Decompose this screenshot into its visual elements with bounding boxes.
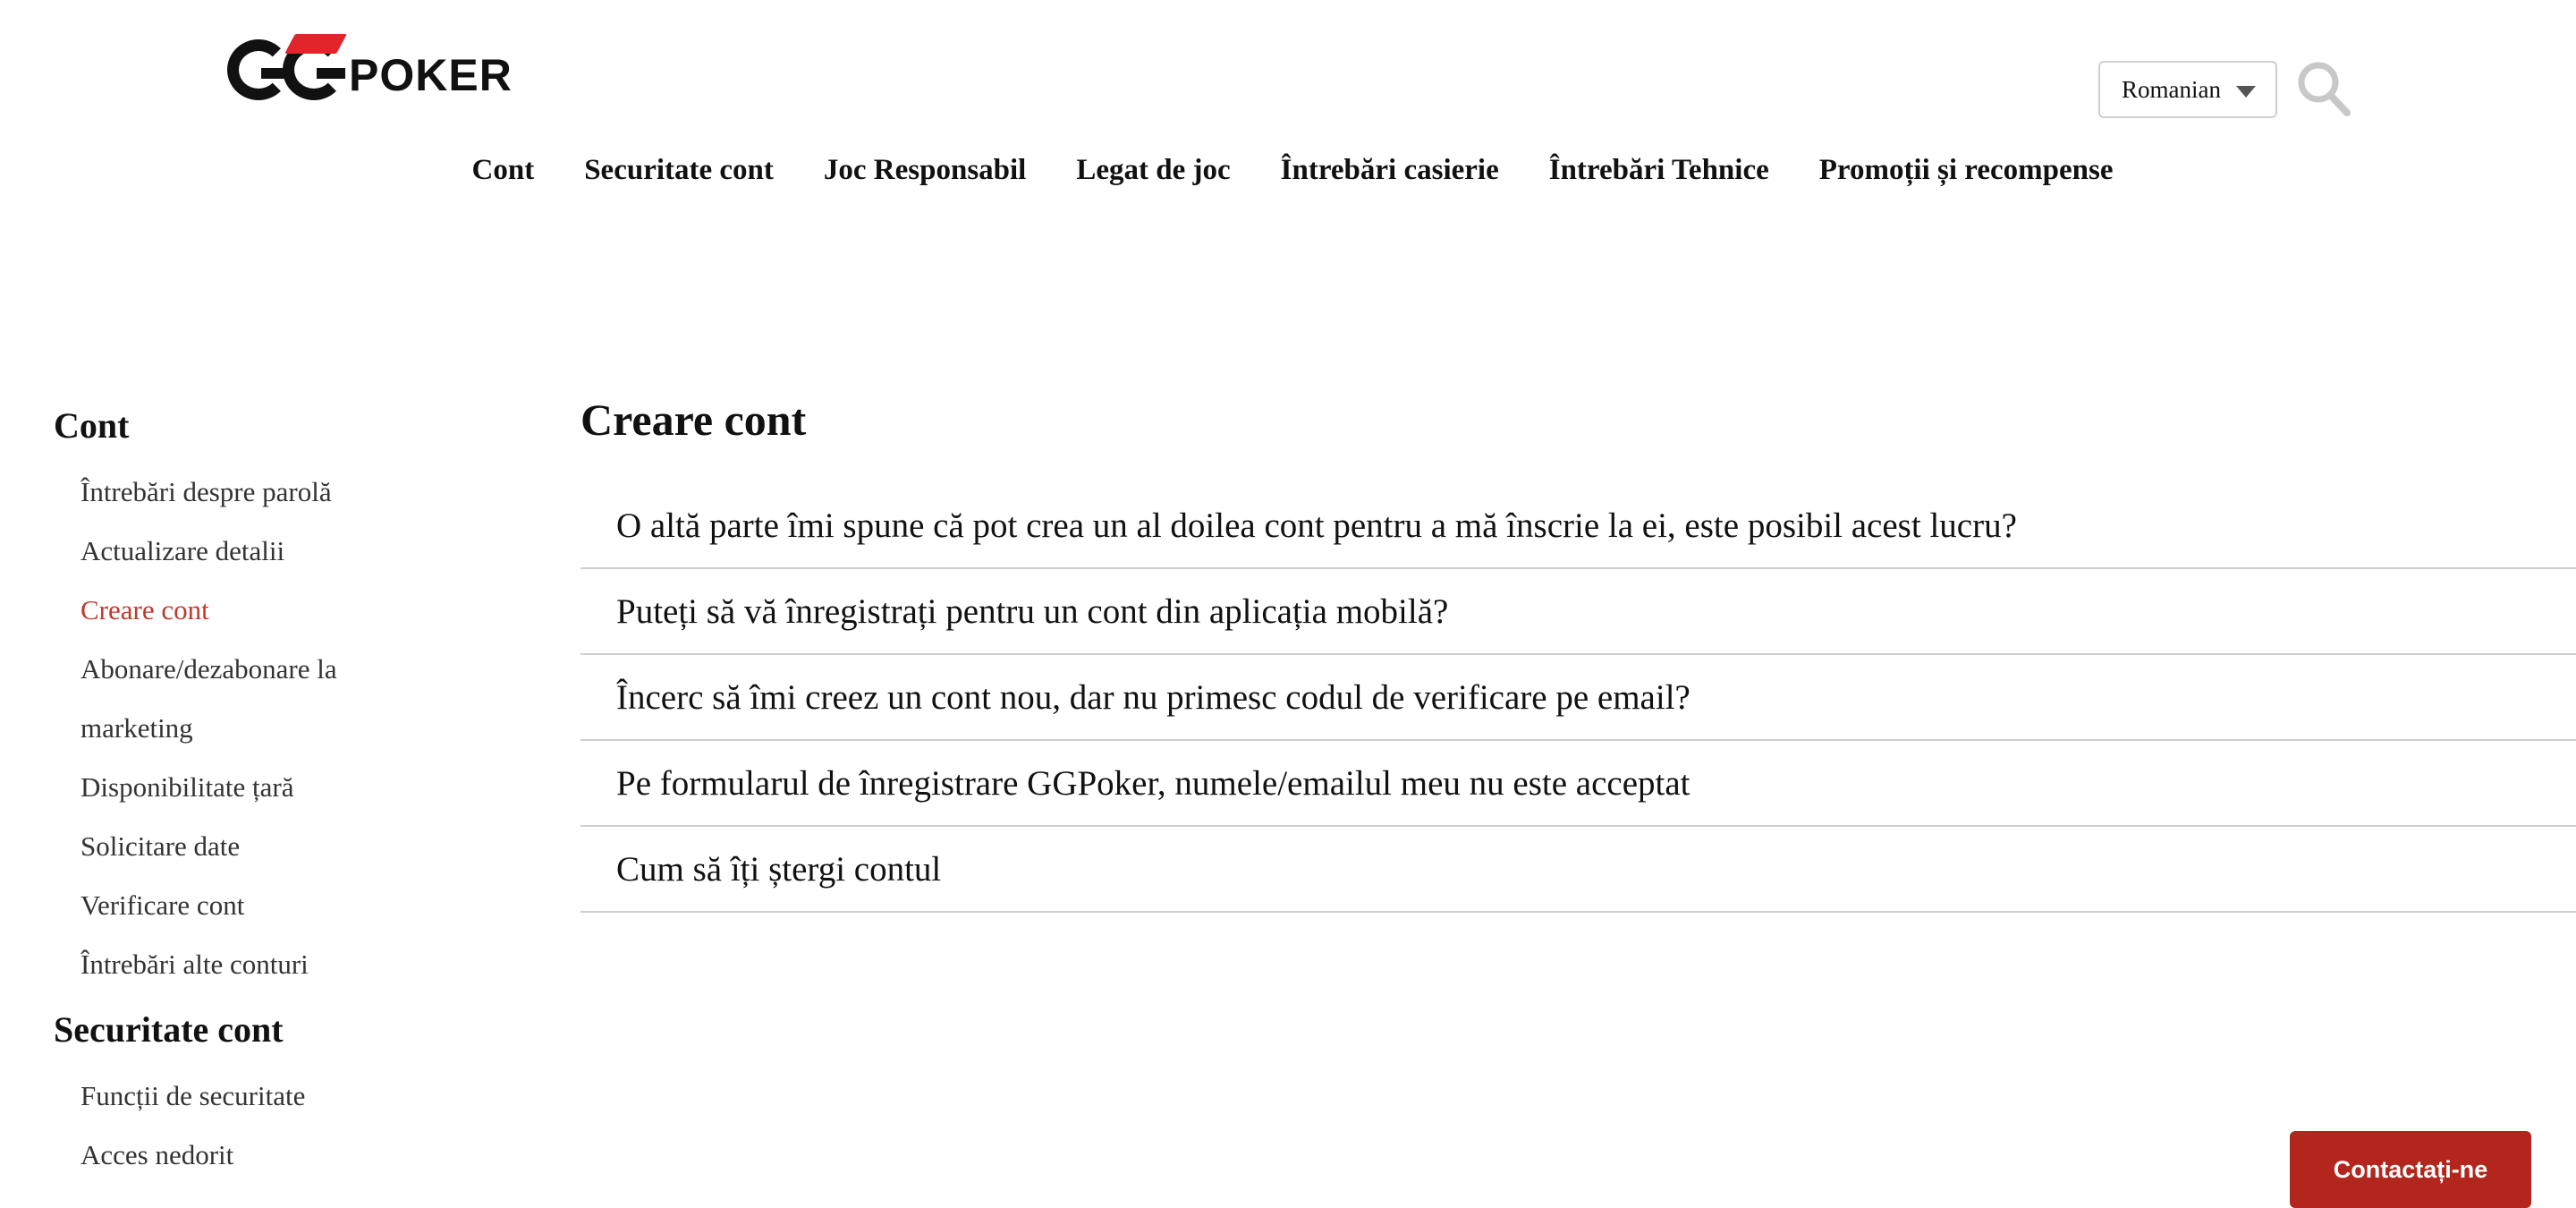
sidebar-section-title: Securitate cont [54,1009,284,1050]
sidebar-item-abonare-marketing[interactable]: Abonare/dezabonare la marketing [54,640,376,758]
faq-item[interactable]: Cum să îți ștergi contul [580,827,2576,913]
faq-item[interactable]: O altă parte îmi spune că pot crea un al… [580,483,2576,569]
chevron-down-icon [2236,86,2256,98]
sidebar-item-verificare-cont[interactable]: Verificare cont [54,876,519,935]
faq-list: O altă parte îmi spune că pot crea un al… [580,483,2576,913]
nav-securitate-cont[interactable]: Securitate cont [584,154,774,187]
nav-intrebari-tehnice[interactable]: Întrebări Tehnice [1549,154,1769,187]
nav-cont[interactable]: Cont [472,154,535,187]
language-select[interactable]: Romanian [2098,61,2277,118]
ggpoker-logo[interactable]: POKER [227,34,528,106]
nav-promotii-recompense[interactable]: Promoții și recompense [1819,154,2114,187]
faq-item[interactable]: Încerc să îmi creez un cont nou, dar nu … [580,655,2576,741]
page-title: Creare cont [580,395,807,445]
logo-wordmark: POKER [349,50,513,100]
nav-legat-de-joc[interactable]: Legat de joc [1076,154,1230,187]
nav-intrebari-casierie[interactable]: Întrebări casierie [1281,154,1499,187]
top-navigation: Cont Securitate cont Joc Responsabil Leg… [0,154,2576,187]
sidebar-item-creare-cont[interactable]: Creare cont [54,581,519,640]
search-icon[interactable] [2295,59,2352,118]
sidebar-item-functii-securitate[interactable]: Funcții de securitate [54,1067,519,1126]
language-select-value: Romanian [2122,75,2221,103]
sidebar-item-alte-conturi[interactable]: Întrebări alte conturi [54,935,519,994]
faq-item[interactable]: Pe formularul de înregistrare GGPoker, n… [580,741,2576,827]
gg-logo-mark [227,34,347,106]
sidebar-item-actualizare-detalii[interactable]: Actualizare detalii [54,522,519,581]
nav-joc-responsabil[interactable]: Joc Responsabil [824,154,1026,187]
faq-item[interactable]: Puteți să vă înregistrați pentru un cont… [580,569,2576,655]
sidebar-section-title: Cont [54,405,130,446]
contact-us-button[interactable]: Contactați-ne [2290,1131,2531,1208]
sidebar-item-disponibilitate-tara[interactable]: Disponibilitate țară [54,758,519,817]
sidebar-item-acces-nedorit[interactable]: Acces nedorit [54,1126,519,1185]
sidebar-item-intrebari-parola[interactable]: Întrebări despre parolă [54,463,519,522]
sidebar: Cont Întrebări despre parolă Actualizare… [54,404,519,1185]
main-content: Creare cont O altă parte îmi spune că po… [580,394,2576,913]
sidebar-item-solicitare-date[interactable]: Solicitare date [54,817,519,876]
